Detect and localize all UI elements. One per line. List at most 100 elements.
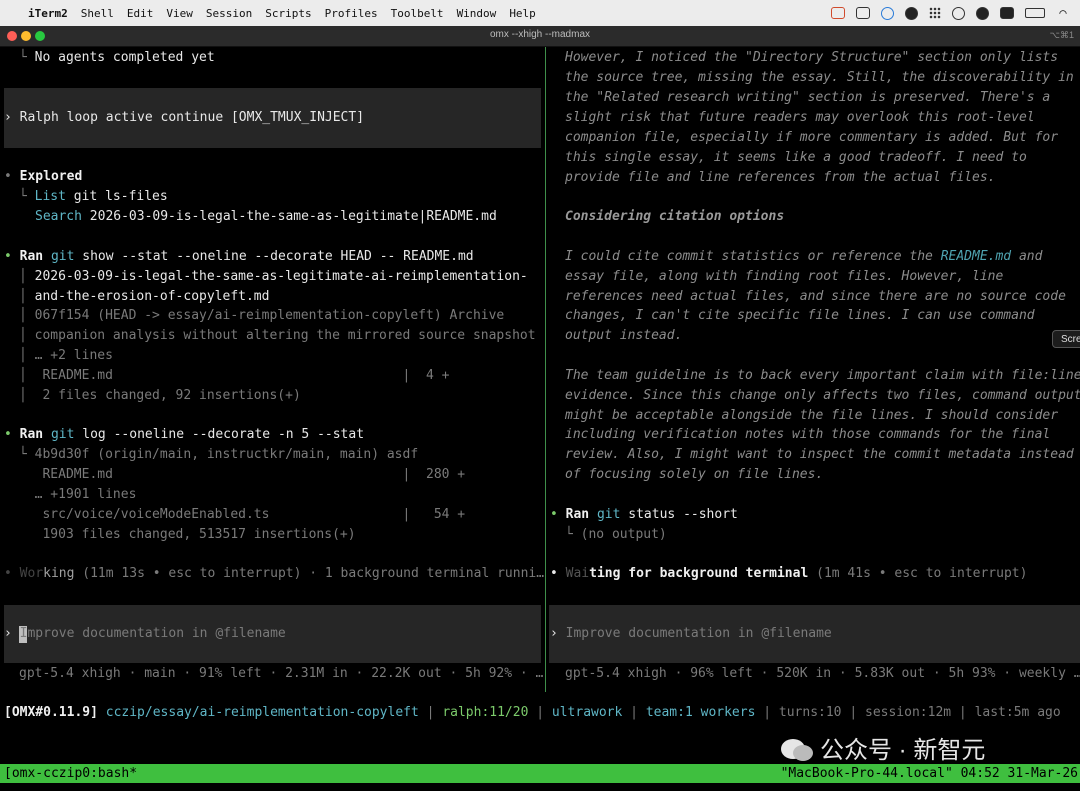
menu-window[interactable]: Window xyxy=(457,7,497,20)
git-word: git xyxy=(589,507,621,522)
ran-log-header: • Ran git log --oneline --decorate -n 5 … xyxy=(4,425,364,445)
menu-bar: iTerm2 Shell Edit View Session Scripts P… xyxy=(0,0,1080,26)
output-text: companion analysis without altering the … xyxy=(34,328,536,343)
ran-command: show --stat --oneline --decorate HEAD --… xyxy=(74,249,474,264)
output-line: │ README.md | 4 + xyxy=(19,366,449,386)
right-input-line[interactable]: › Improve documentation in @filename xyxy=(550,624,832,644)
tmux-session[interactable]: [omx-cczip0:bash* xyxy=(4,764,137,783)
reasoning-line: However, I noticed the "Directory Struct… xyxy=(565,50,1059,65)
git-word: git xyxy=(43,249,75,264)
ran-label: Ran xyxy=(19,249,44,264)
wechat-icon xyxy=(780,738,814,762)
left-prompt-input[interactable]: Improve documentation in @filename xyxy=(20,626,286,641)
readme-reference: README.md xyxy=(940,249,1012,264)
grid-icon[interactable] xyxy=(929,7,941,19)
menu-view[interactable]: View xyxy=(166,7,193,20)
reasoning-line: slight risk that future readers may over… xyxy=(565,110,1035,125)
menu-session[interactable]: Session xyxy=(206,7,252,20)
reasoning-line: The team guideline is to back every impo… xyxy=(565,368,1080,383)
battery-icon[interactable] xyxy=(1025,8,1045,18)
output-line: 1903 files changed, 513517 insertions(+) xyxy=(19,525,356,545)
tree-branch: │ xyxy=(19,328,35,343)
reasoning-line: companion file, especially if more comme… xyxy=(565,130,1059,145)
tree-branch: │ xyxy=(19,348,35,363)
list-text: git ls-files xyxy=(65,189,168,204)
menu-toolbelt[interactable]: Toolbelt xyxy=(391,7,444,20)
ran-status-output: └ (no output) xyxy=(565,527,667,542)
bullet: • xyxy=(4,427,20,442)
working-prefix: • Wor xyxy=(4,566,44,581)
output-text: 2026-03-09-is-legal-the-same-as-legitima… xyxy=(34,269,528,284)
tree-branch: └ xyxy=(19,189,35,204)
output-text: src/voice/voiceModeEnabled.ts | 54 + xyxy=(42,507,466,522)
waiting-detail: (1m 41s • esc to interrupt) xyxy=(808,566,1028,581)
output-line: │ and-the-erosion-of-copyleft.md xyxy=(19,287,269,307)
window-title-bar: omx --xhigh --madmax ⌥⌘1 xyxy=(0,26,1080,47)
screenshot-button[interactable]: Scre xyxy=(1052,330,1080,348)
omx-status-bar: [OMX#0.11.9] cczip/essay/ai-reimplementa… xyxy=(0,703,1080,723)
menu-scripts[interactable]: Scripts xyxy=(265,7,311,20)
reasoning-line: might be acceptable alongside the file l… xyxy=(565,408,1059,423)
output-text: 1903 files changed, 513517 insertions(+) xyxy=(42,527,356,542)
record-icon[interactable] xyxy=(831,7,845,19)
menu-edit[interactable]: Edit xyxy=(127,7,154,20)
right-prompt-input[interactable]: Improve documentation in @filename xyxy=(566,626,832,641)
working-status-line: • Working (11m 13s • esc to interrupt) ·… xyxy=(4,564,544,584)
menu-shell[interactable]: Shell xyxy=(81,7,114,20)
explored-search-line: Search 2026-03-09-is-legal-the-same-as-l… xyxy=(35,207,497,227)
tree-branch: │ xyxy=(19,289,35,304)
omx-version: [OMX#0.11.9] xyxy=(4,705,98,720)
reasoning-line: references need actual files, and since … xyxy=(565,289,1066,304)
omx-path: cczip/essay/ai-reimplementation-copyleft xyxy=(105,705,419,720)
tmux-status-bar: [omx-cczip0:bash* "MacBook-Pro-44.local"… xyxy=(0,764,1080,783)
waiting-word: ting for background terminal xyxy=(589,566,809,581)
agents-status-text: No agents completed yet xyxy=(34,50,215,65)
menu-help[interactable]: Help xyxy=(509,7,536,20)
tree-branch: └ xyxy=(19,447,35,462)
shield-icon[interactable] xyxy=(856,7,870,19)
reasoning-text: I could cite commit statistics or refere… xyxy=(565,249,941,264)
vpn-icon[interactable] xyxy=(976,6,989,20)
reasoning-line: including verification notes with those … xyxy=(565,427,1051,442)
output-line: └ 4b9d30f (origin/main, instructkr/main,… xyxy=(19,445,418,465)
menu-app-name[interactable]: iTerm2 xyxy=(28,7,68,20)
ran-show-header: • Ran git show --stat --oneline --decora… xyxy=(4,247,474,267)
output-text: README.md | 280 + xyxy=(42,467,466,482)
window-title: omx --xhigh --madmax xyxy=(489,29,591,40)
working-word: king xyxy=(43,566,75,581)
bullet: • xyxy=(4,249,20,264)
reasoning-line: I could cite commit statistics or refere… xyxy=(565,247,1042,267)
output-line: README.md | 280 + xyxy=(19,465,465,485)
figure-icon[interactable] xyxy=(952,6,965,20)
left-input-line[interactable]: › Improve documentation in @filename xyxy=(4,624,286,644)
prompt-chevron: › xyxy=(4,626,20,641)
search-text: 2026-03-09-is-legal-the-same-as-legitima… xyxy=(81,209,497,224)
tree-branch xyxy=(19,527,42,542)
search-label: Search xyxy=(35,209,82,224)
compass-icon[interactable] xyxy=(905,6,918,20)
menu-profiles[interactable]: Profiles xyxy=(325,7,378,20)
ran-status-header: • Ran git status --short xyxy=(550,505,738,525)
bullet: • xyxy=(550,507,566,522)
prompt-chevron: › xyxy=(550,626,566,641)
tree-branch: └ xyxy=(19,50,35,65)
tree-branch xyxy=(19,487,35,502)
sync-icon[interactable] xyxy=(881,6,894,20)
output-text: 2 files changed, 92 insertions(+) xyxy=(42,388,301,403)
pane-divider[interactable] xyxy=(545,47,546,692)
reasoning-line: the source tree, missing the essay. Stil… xyxy=(565,70,1074,85)
ran-command: status --short xyxy=(620,507,738,522)
explored-header: • Explored xyxy=(4,167,82,187)
wifi-icon[interactable]: ◠ xyxy=(1056,7,1070,19)
output-text: 4b9d30f (origin/main, instructkr/main, m… xyxy=(34,447,419,462)
bullet: • xyxy=(4,169,20,184)
bullet: • xyxy=(550,566,566,581)
output-line: │ 2 files changed, 92 insertions(+) xyxy=(19,386,301,406)
window-shortcut: ⌥⌘1 xyxy=(1049,30,1074,40)
working-detail: (11m 13s • esc to interrupt) · 1 backgro… xyxy=(74,566,545,581)
ralph-prompt-text: › Ralph loop active continue [OMX_TMUX_I… xyxy=(4,110,365,125)
omx-session: session:12m xyxy=(865,705,952,720)
input-source-icon[interactable] xyxy=(1000,7,1014,19)
explored-label: Explored xyxy=(19,169,83,184)
tree-branch: │ xyxy=(19,368,43,383)
